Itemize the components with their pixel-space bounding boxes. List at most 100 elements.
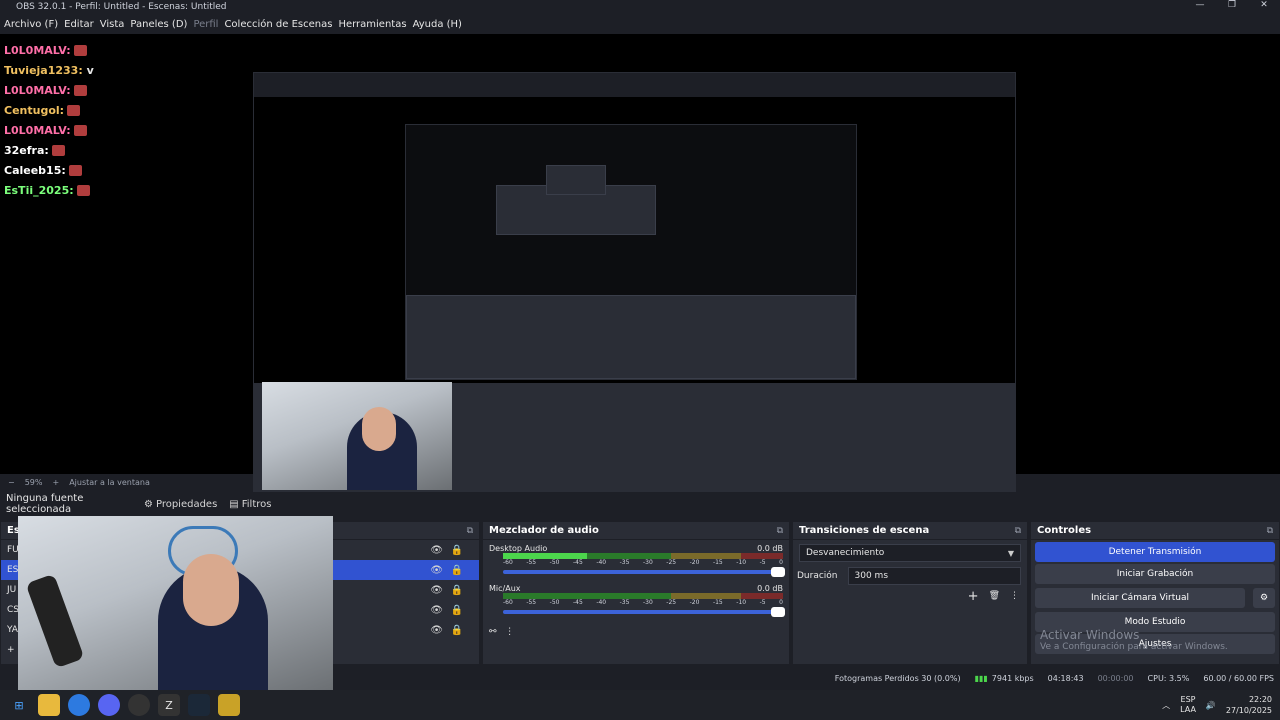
undock-icon[interactable]: ⧉	[777, 526, 783, 536]
undock-icon[interactable]: ⧉	[1015, 526, 1021, 536]
meter-scale: -60 -55 -50 -45 -40 -35 -30 -25 -20 -15 -10 -5 0	[503, 599, 783, 606]
lock-icon[interactable]: 🔒	[451, 605, 463, 616]
chat-user: EsTii_2025:	[4, 183, 74, 197]
menu-profile[interactable]: Perfil	[193, 19, 218, 30]
menu-scene-collection[interactable]: Colección de Escenas	[224, 19, 332, 30]
fps: 60.00 / 60.00 FPS	[1203, 673, 1274, 683]
file-explorer-icon[interactable]	[38, 694, 60, 716]
nested-menu	[254, 83, 1015, 95]
scale-tick: -5	[759, 559, 766, 566]
undock-icon[interactable]: ⧉	[1267, 526, 1273, 536]
channel-header: Mic/Aux 0.0 dB	[483, 584, 789, 593]
eye-icon[interactable]: 👁	[430, 605, 443, 616]
properties-button[interactable]: ⚙ Propiedades	[144, 499, 217, 510]
scale-tick: -20	[689, 599, 700, 606]
tray-chevron-icon[interactable]: ︿	[1162, 700, 1170, 711]
steam-icon[interactable]	[188, 694, 210, 716]
channel-header: Desktop Audio 0.0 dB	[483, 544, 789, 553]
date: 27/10/2025	[1225, 706, 1272, 715]
zoom-level: 59%	[24, 477, 43, 487]
duration-label: Duración	[797, 571, 838, 581]
menu-docks[interactable]: Paneles (D)	[130, 19, 187, 30]
window-title: OBS 32.0.1 - Perfil: Untitled - Escenas:…	[16, 2, 227, 12]
chevron-down-icon: ▼	[1007, 548, 1014, 558]
chat-line: L0L0MALV:	[4, 40, 94, 60]
nested-thumb	[546, 165, 606, 195]
slider-knob[interactable]	[771, 567, 785, 577]
undock-icon[interactable]: ⧉	[467, 526, 473, 536]
lock-icon[interactable]: 🔒	[451, 625, 463, 636]
speaker-icon[interactable]: 🔊	[1206, 701, 1216, 710]
filters-button[interactable]: ▤ Filtros	[229, 499, 271, 510]
slider-knob[interactable]	[771, 607, 785, 617]
clock[interactable]: 22:20 27/10/2025	[1226, 694, 1272, 716]
start-virtual-camera-button[interactable]: Iniciar Cámara Virtual	[1035, 588, 1245, 608]
menu-bar: Archivo (F) Editar Vista Paneles (D) Per…	[0, 14, 1280, 34]
trash-icon[interactable]: 🗑	[989, 591, 1000, 601]
transitions-header: Transiciones de escena ⧉	[793, 522, 1027, 540]
zoom-in-button[interactable]: +	[52, 478, 59, 487]
chat-overlay: L0L0MALV: Tuvieja1233: v L0L0MALV: Centu…	[4, 40, 94, 200]
link-icon[interactable]: ⚯	[489, 627, 497, 637]
volume-meter	[503, 593, 783, 599]
lock-icon[interactable]: 🔒	[451, 565, 463, 576]
fit-window-button[interactable]: Ajustar a la ventana	[69, 478, 150, 487]
eye-icon[interactable]: 👁	[430, 545, 443, 556]
chat-message: v	[86, 63, 94, 77]
transitions-dock: Transiciones de escena ⧉ Desvanecimiento ▼…	[792, 521, 1028, 665]
app-icon[interactable]	[218, 694, 240, 716]
scale-tick: -30	[642, 599, 653, 606]
duration-input[interactable]: 300 ms	[847, 567, 1021, 585]
chat-user: L0L0MALV:	[4, 83, 71, 97]
gear-icon[interactable]: ⚙	[1253, 588, 1275, 608]
maximize-icon[interactable]: ❐	[1216, 0, 1248, 14]
start-recording-button[interactable]: Iniciar Grabación	[1035, 564, 1275, 584]
volume-slider[interactable]	[503, 567, 785, 577]
lang-code: ESP	[1180, 695, 1196, 704]
lock-icon[interactable]: 🔒	[451, 585, 463, 596]
scale-tick: 0	[779, 559, 783, 566]
scale-tick: -25	[666, 599, 677, 606]
zoom-out-button[interactable]: −	[8, 478, 15, 487]
head	[183, 554, 239, 626]
menu-view[interactable]: Vista	[100, 19, 125, 30]
nested-preview-inner	[405, 124, 857, 380]
scale-tick: -10	[736, 559, 747, 566]
chat-user: Centugol:	[4, 103, 65, 117]
transition-select[interactable]: Desvanecimiento ▼	[799, 544, 1021, 562]
close-icon[interactable]: ✕	[1248, 0, 1280, 14]
eye-icon[interactable]: 👁	[430, 565, 443, 576]
app-z-icon[interactable]: Z	[158, 694, 180, 716]
menu-edit[interactable]: Editar	[64, 19, 94, 30]
webcam-overlay	[18, 516, 333, 691]
preview-canvas[interactable]: L0L0MALV: Tuvieja1233: v L0L0MALV: Centu…	[0, 34, 1280, 504]
add-icon[interactable]: +	[7, 645, 15, 655]
transitions-title: Transiciones de escena	[799, 525, 930, 536]
language-indicator[interactable]: ESP LAA	[1180, 695, 1196, 715]
chat-user: Caleeb15:	[4, 163, 66, 177]
scale-tick: -25	[666, 559, 677, 566]
channel-name: Mic/Aux	[489, 584, 521, 593]
scale-tick: -15	[712, 599, 723, 606]
obs-icon[interactable]	[128, 694, 150, 716]
chrome-icon[interactable]	[68, 694, 90, 716]
taskbar: ⊞ Z ︿ ESP LAA 🔊 22:20 27/10/2025	[0, 690, 1280, 720]
mixer-title: Mezclador de audio	[489, 525, 599, 536]
emote-icon	[76, 184, 90, 196]
minimize-icon[interactable]: —	[1184, 0, 1216, 14]
add-icon[interactable]: +	[968, 589, 979, 604]
eye-icon[interactable]: 👁	[430, 585, 443, 596]
windows-start-icon[interactable]: ⊞	[8, 694, 30, 716]
scale-tick: -20	[689, 559, 700, 566]
menu-help[interactable]: Ayuda (H)	[413, 19, 462, 30]
menu-dots-icon[interactable]: ⋮	[505, 627, 514, 637]
discord-icon[interactable]	[98, 694, 120, 716]
lock-icon[interactable]: 🔒	[451, 545, 463, 556]
live-timer: 04:18:43	[1047, 673, 1084, 683]
menu-file[interactable]: Archivo (F)	[4, 19, 58, 30]
stop-streaming-button[interactable]: Detener Transmisión	[1035, 542, 1275, 562]
volume-slider[interactable]	[503, 607, 785, 617]
eye-icon[interactable]: 👁	[430, 625, 443, 636]
menu-tools[interactable]: Herramientas	[338, 19, 406, 30]
menu-dots-icon[interactable]: ⋮	[1010, 591, 1019, 601]
